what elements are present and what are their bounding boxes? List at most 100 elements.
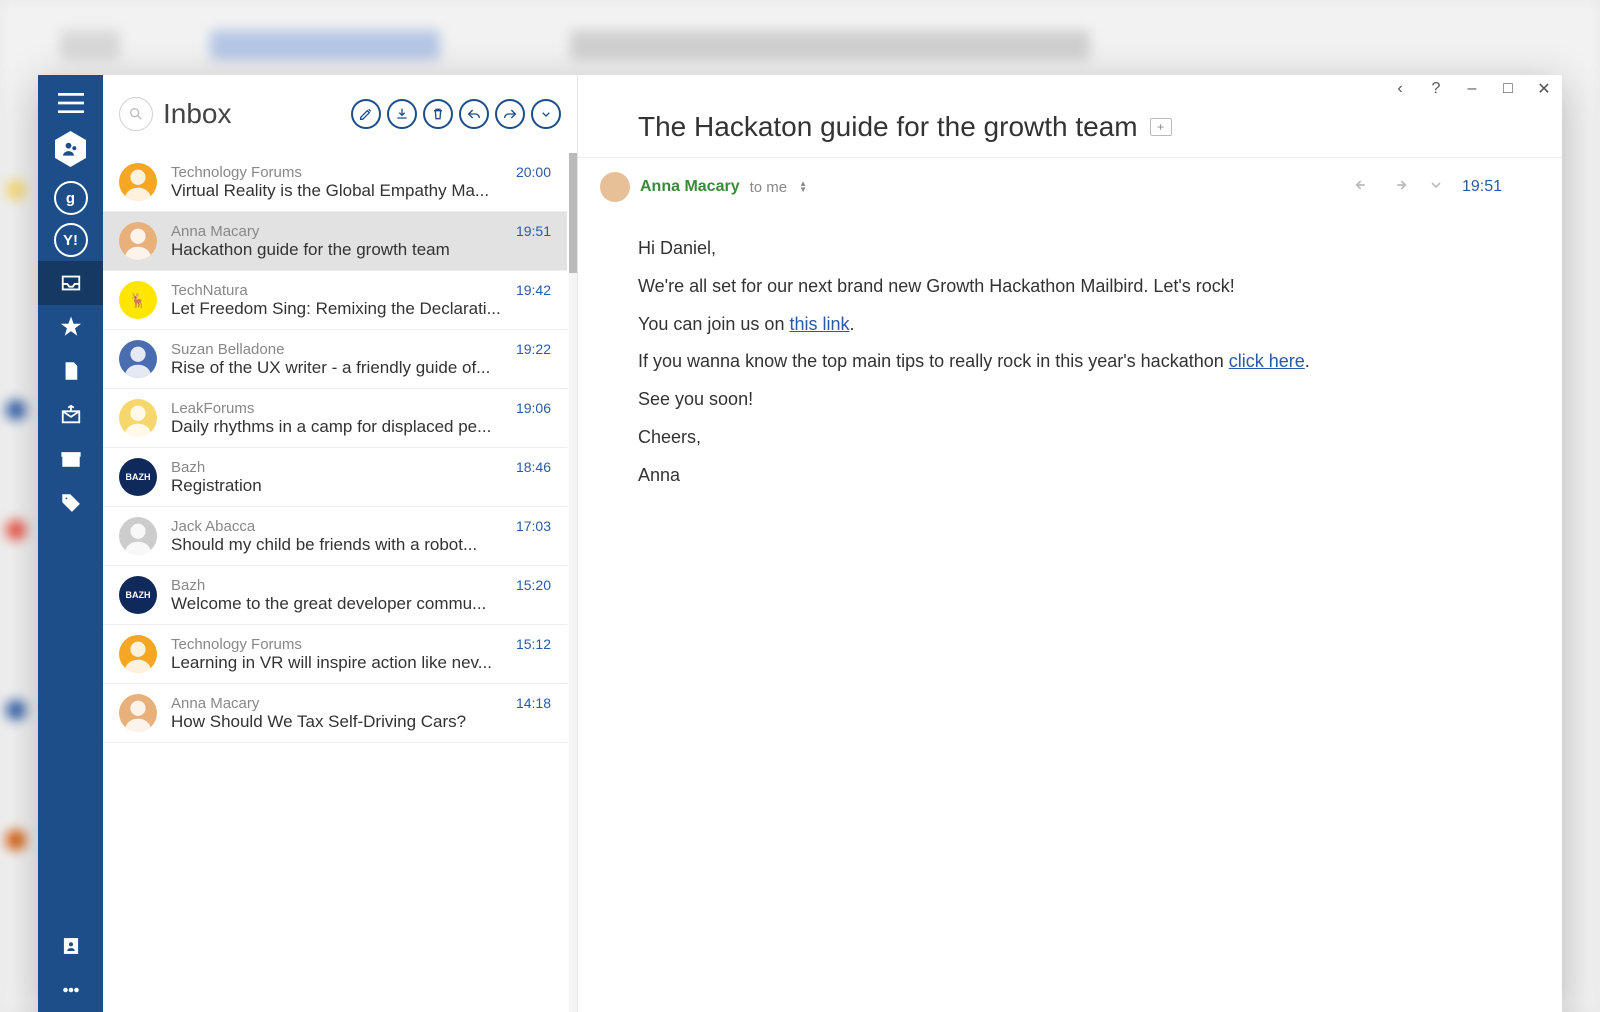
email-subject: Let Freedom Sing: Remixing the Declarati… [171,299,551,319]
email-list-item[interactable]: BAZHBazh15:20Welcome to the great develo… [103,566,567,625]
nav-archive[interactable] [38,437,103,481]
email-list-item[interactable]: LeakForums19:06Daily rhythms in a camp f… [103,389,567,448]
email-sender: LeakForums [171,400,254,417]
avatar [119,694,157,732]
nav-tags[interactable] [38,481,103,525]
avatar [119,635,157,673]
email-list-item[interactable]: Technology Forums 15:12Learning in VR wil… [103,625,567,684]
email-sender: Anna Macary [171,695,259,712]
compose-icon [358,106,374,122]
account-yahoo[interactable]: Y! [54,223,88,257]
email-sender: Suzan Belladone [171,341,284,358]
chevron-down-icon [538,106,554,122]
email-subject: Welcome to the great developer commu... [171,594,551,614]
email-time: 18:46 [516,459,551,475]
email-time: 19:22 [516,341,551,357]
email-list-item[interactable]: Anna Macary 19:51Hackathon guide for the … [103,212,567,271]
nav-inbox[interactable] [38,261,103,305]
email-list-item[interactable]: Technology Forums 20:00Virtual Reality is… [103,153,567,212]
download-icon [394,106,410,122]
reply-icon-button[interactable] [1352,177,1372,198]
body-line: You can join us on this link. [638,306,1502,344]
avatar [119,163,157,201]
search-icon [128,106,144,122]
list-header: Inbox [103,75,577,153]
email-subject: How Should We Tax Self-Driving Cars? [171,712,551,732]
avatar [119,222,157,260]
email-subject: Virtual Reality is the Global Empathy Ma… [171,181,551,201]
account-all[interactable] [53,131,89,167]
email-time: 15:12 [516,636,551,652]
email-list-item[interactable]: 🦌TechNatura19:42Let Freedom Sing: Remixi… [103,271,567,330]
window-controls: ‹ ? – □ ✕ [1392,81,1552,97]
body-line: Cheers, [638,419,1502,457]
body-line: See you soon! [638,381,1502,419]
forward-button[interactable] [495,99,525,129]
help-button[interactable]: ? [1428,81,1444,97]
forward-icon [502,106,518,122]
minimize-button[interactable]: – [1464,81,1480,97]
avatar: 🦌 [119,281,157,319]
search-button[interactable] [119,97,153,131]
google-icon: g [66,190,75,207]
email-sender: Bazh [171,459,205,476]
more-icon-button[interactable] [1428,177,1444,198]
scrollbar-thumb[interactable] [569,153,577,273]
reply-icon [466,106,482,122]
reading-pane: ‹ ? – □ ✕ The Hackaton guide for the gro… [578,75,1562,1012]
email-subject: Should my child be friends with a robot.… [171,535,551,555]
email-subject: Hackathon guide for the growth team [171,240,551,260]
sender-avatar [600,172,630,202]
email-list-item[interactable]: Suzan Belladone19:22Rise of the UX write… [103,330,567,389]
email-time: 14:18 [516,695,551,711]
email-app-window: g Y! Inbox [38,75,1562,1012]
trash-icon [430,106,446,122]
message-title: The Hackaton guide for the growth team [638,111,1138,143]
account-google[interactable]: g [54,181,88,215]
avatar [119,517,157,555]
email-sender: Technology Forums [171,636,302,653]
email-sender: Technology Forums [171,164,302,181]
back-button[interactable]: ‹ [1392,81,1408,97]
nav-starred[interactable] [38,305,103,349]
forward-icon-button[interactable] [1390,177,1410,198]
hamburger-menu-icon[interactable] [58,93,84,113]
email-list-item[interactable]: BAZH Bazh 18:46Registration [103,448,567,507]
email-time: 19:51 [516,223,551,239]
avatar [119,399,157,437]
more-actions-button[interactable] [531,99,561,129]
email-subject: Registration [171,476,551,496]
maximize-button[interactable]: □ [1500,81,1516,97]
email-time: 20:00 [516,164,551,180]
recipient-label: to me [750,179,788,196]
message-time: 19:51 [1462,178,1502,196]
email-subject: Learning in VR will inspire action like … [171,653,551,673]
message-body: Hi Daniel, We're all set for our next br… [578,210,1562,515]
expand-recipients-icon[interactable]: ▲▼ [799,181,807,193]
avatar: BAZH [119,458,157,496]
email-list-item[interactable]: Jack Abacca17:03Should my child be frien… [103,507,567,566]
email-sender: Anna Macary [171,223,259,240]
scrollbar-track [569,153,577,1012]
email-time: 15:20 [516,577,551,593]
message-meta: Anna Macary to me ▲▼ 19:51 [578,158,1562,210]
avatar: BAZH [119,576,157,614]
body-line: If you wanna know the top main tips to r… [638,343,1502,381]
compose-button[interactable] [351,99,381,129]
email-list[interactable]: Technology Forums 20:00Virtual Reality is… [103,153,577,1012]
archive-button[interactable] [387,99,417,129]
join-link[interactable]: this link [789,314,849,334]
reply-button[interactable] [459,99,489,129]
sender-name: Anna Macary [640,178,740,196]
email-list-item[interactable]: Anna Macary 14:18How Should We Tax Self-D… [103,684,567,743]
nav-drafts[interactable] [38,349,103,393]
tips-link[interactable]: click here [1229,351,1305,371]
add-label-button[interactable]: + [1150,118,1172,136]
email-subject: Daily rhythms in a camp for displaced pe… [171,417,551,437]
nav-more[interactable] [38,968,103,1012]
delete-button[interactable] [423,99,453,129]
nav-sent[interactable] [38,393,103,437]
email-sender: Jack Abacca [171,518,255,535]
nav-contacts[interactable] [38,924,103,968]
close-button[interactable]: ✕ [1536,81,1552,97]
